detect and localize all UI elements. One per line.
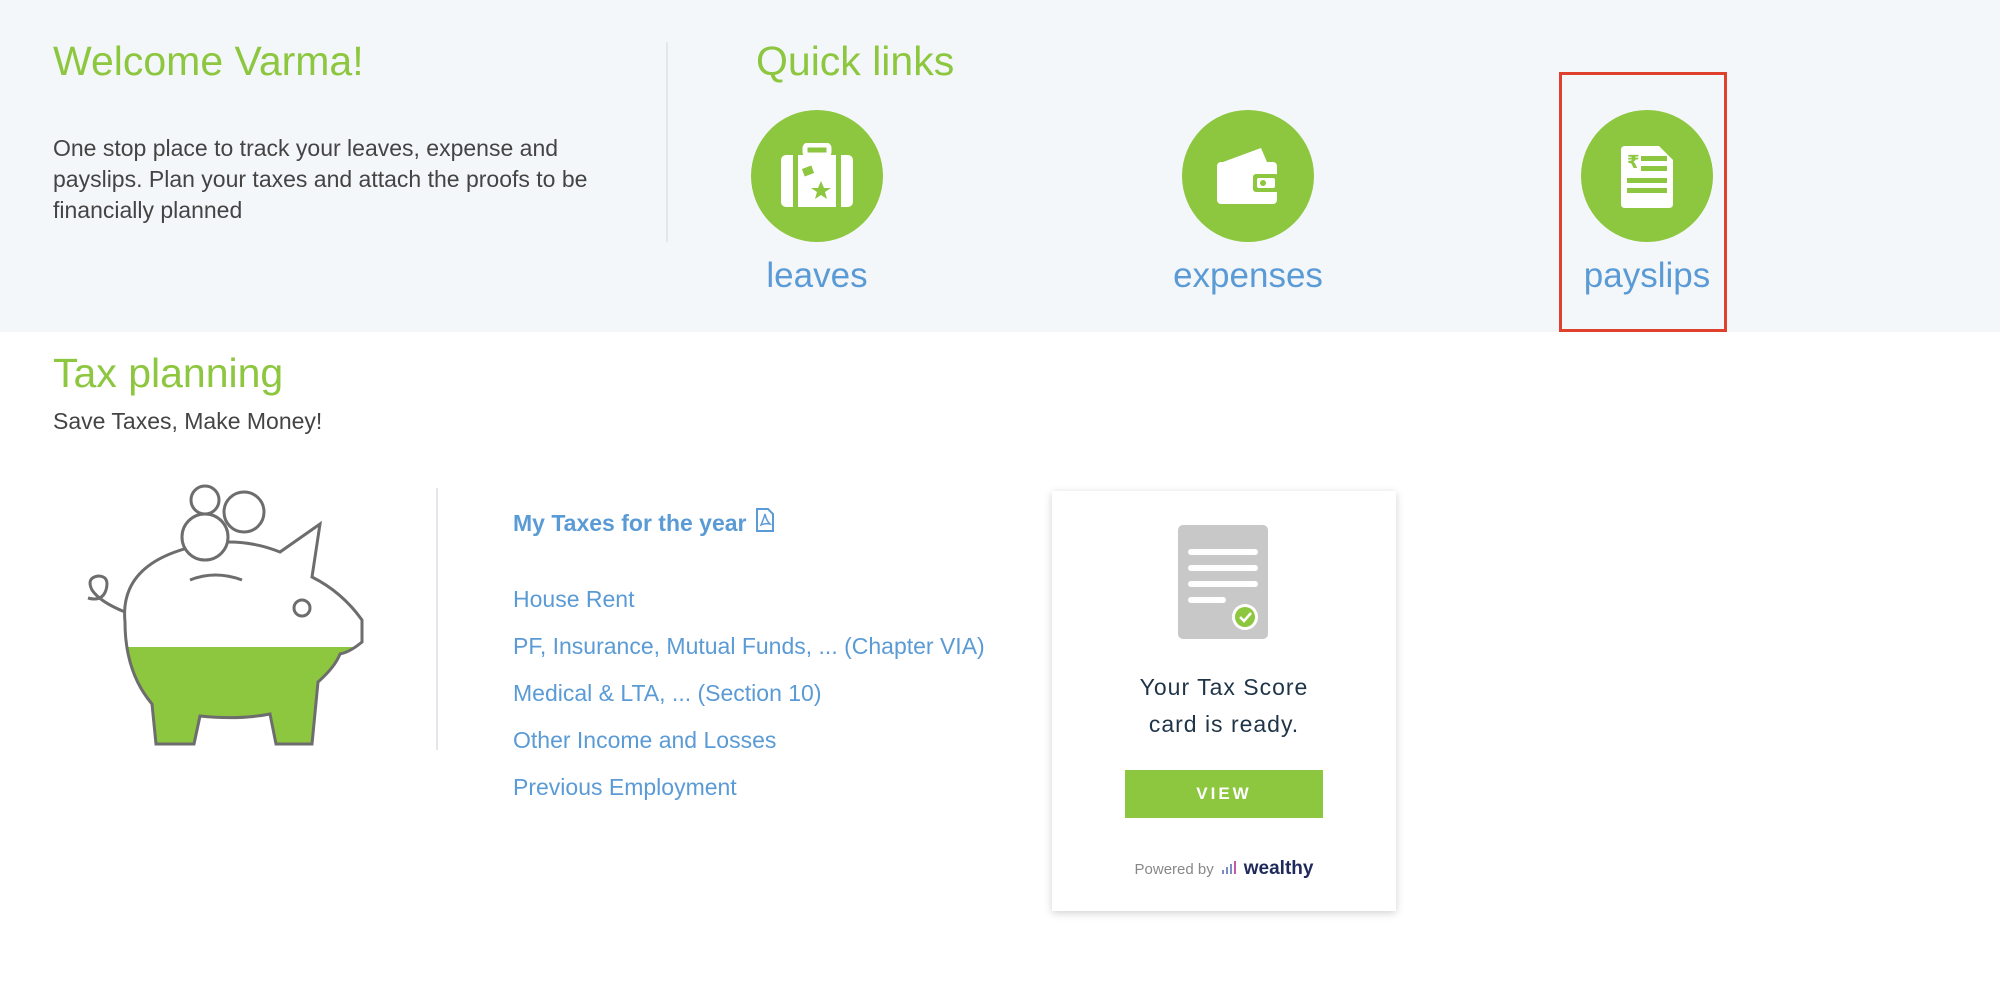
quick-link-label: leaves: [766, 256, 868, 295]
wealthy-brand: wealthy: [1243, 858, 1314, 879]
powered-by-label: Powered by: [1134, 860, 1214, 878]
piggy-bank-illustration: [80, 482, 380, 757]
tax-link-other-income[interactable]: Other Income and Losses: [513, 725, 985, 772]
tax-score-card: Your Tax Score card is ready. VIEW Power…: [1052, 491, 1396, 911]
my-taxes-link[interactable]: My Taxes for the year: [513, 508, 775, 538]
tax-document-check-icon: [1178, 525, 1268, 639]
tax-planning-subtitle: Save Taxes, Make Money!: [53, 408, 323, 434]
quick-link-label: expenses: [1173, 256, 1323, 295]
tax-link-section-10[interactable]: Medical & LTA, ... (Section 10): [513, 678, 985, 725]
tax-links-list: House Rent PF, Insurance, Mutual Funds, …: [513, 584, 985, 819]
welcome-description: One stop place to track your leaves, exp…: [53, 135, 588, 223]
pdf-icon: [755, 508, 775, 538]
tax-divider: [436, 488, 438, 750]
powered-by: Powered by wealthy: [1052, 858, 1396, 880]
tax-link-house-rent[interactable]: House Rent: [513, 584, 985, 631]
tax-score-message: Your Tax Score card is ready.: [1052, 669, 1396, 743]
wallet-icon: [1182, 110, 1314, 242]
bar-chart-logo-icon: [1221, 860, 1236, 879]
welcome-title: Welcome Varma!: [53, 38, 364, 84]
tax-link-chapter-via[interactable]: PF, Insurance, Mutual Funds, ... (Chapte…: [513, 631, 985, 678]
tax-score-line-1: Your Tax Score: [1139, 674, 1309, 700]
my-taxes-label: My Taxes for the year: [513, 509, 747, 536]
quick-link-leaves[interactable]: leaves: [732, 110, 902, 296]
quick-link-expenses[interactable]: expenses: [1163, 110, 1333, 296]
suitcase-icon: [751, 110, 883, 242]
tax-score-line-2: card is ready.: [1148, 711, 1300, 737]
header-divider: [666, 42, 668, 242]
quick-links-title: Quick links: [756, 38, 955, 84]
payslips-highlight: [1559, 72, 1727, 332]
view-button[interactable]: VIEW: [1125, 770, 1323, 818]
tax-planning-title: Tax planning: [53, 350, 284, 396]
tax-link-previous-employment[interactable]: Previous Employment: [513, 772, 985, 819]
